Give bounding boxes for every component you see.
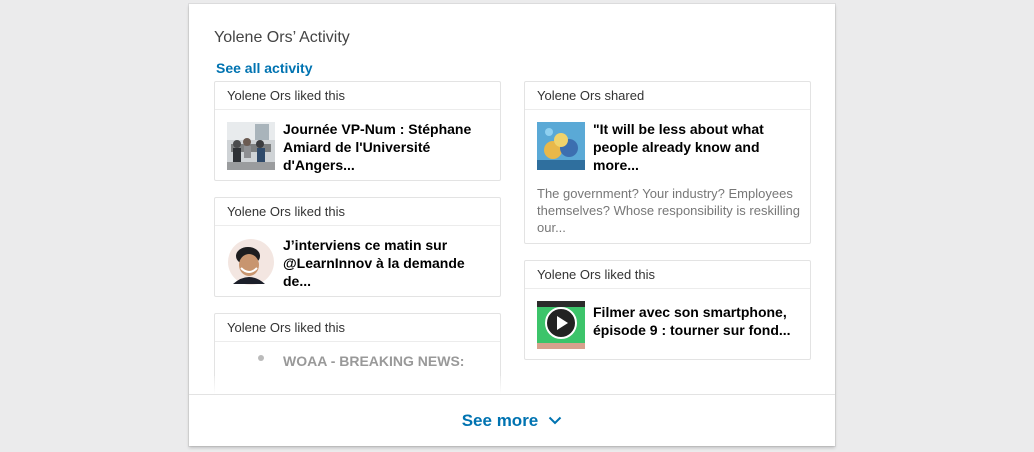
activity-card-header: Yolene Ors liked this [215,314,500,342]
scroll-fade [214,376,501,394]
video-thumbnail [537,301,585,349]
profile-photo [227,238,275,286]
activity-card-header: Yolene Ors shared [525,82,810,110]
activity-column-right: Yolene Ors shared "It will be less about… [524,81,811,394]
activity-card-header: Yolene Ors liked this [525,261,810,289]
scroll-fade [524,376,811,394]
see-all-activity-link[interactable]: See all activity [216,60,313,76]
activity-card[interactable]: Yolene Ors shared "It will be less about… [524,81,811,244]
post-thumbnail [537,122,585,170]
activity-card[interactable]: Yolene Ors liked this Journée VP-Num : S… [214,81,501,181]
activity-card-description: The government? Your industry? Employees… [537,186,800,235]
activity-title: Yolene Ors’ Activity [214,29,350,46]
activity-panel: Yolene Ors’ Activity See all activity Yo… [189,4,835,446]
activity-card[interactable]: Yolene Ors liked this J’interviens ce ma… [214,197,501,297]
post-thumbnail [227,122,275,170]
activity-card-title[interactable]: Journée VP-Num : Stéphane Amiard de l'Un… [283,120,490,174]
activity-card-header: Yolene Ors liked this [215,198,500,226]
chevron-down-icon [549,416,562,425]
activity-card-title[interactable]: J’interviens ce matin sur @LearnInnov à … [283,236,490,290]
activity-card-title[interactable]: WOAA - BREAKING NEWS: [283,352,490,370]
see-more-button[interactable]: See more [189,394,835,446]
activity-column-left: Yolene Ors liked this Journée VP-Num : S… [214,81,501,394]
see-more-label: See more [461,410,539,430]
activity-card-title[interactable]: "It will be less about what people alrea… [593,120,800,174]
activity-card-title[interactable]: Filmer avec son smartphone, épisode 9 : … [593,303,800,339]
activity-card-header: Yolene Ors liked this [215,82,500,110]
activity-card[interactable]: Yolene Ors liked this Filmer avec son sm… [524,260,811,360]
